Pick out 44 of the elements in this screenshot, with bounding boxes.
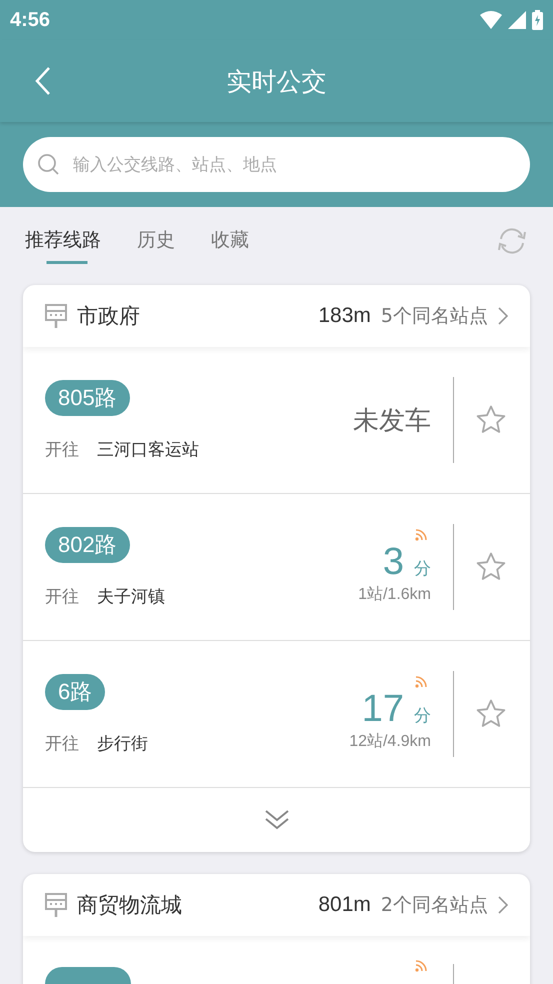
same-name-stops: 5个同名站点 (380, 304, 488, 329)
search-field[interactable]: 输入公交线路、站点、地点 (71, 154, 516, 176)
realtime-signal-icon (415, 960, 427, 972)
direction-label: 开往 (45, 586, 79, 608)
signal-icon (508, 11, 526, 29)
stops-distance: 1站/1.6km (358, 584, 431, 605)
bus-stop-icon (45, 304, 67, 328)
chevron-right-icon (498, 307, 508, 325)
stop-header[interactable]: 市政府 183m 5个同名站点 (23, 285, 530, 347)
direction-label: 开往 (45, 732, 79, 754)
bus-status: 未发车 (353, 404, 431, 438)
wifi-icon (480, 11, 502, 29)
arrival-minutes: 3 (382, 541, 404, 584)
tab[interactable]: 收藏 (211, 218, 249, 264)
stop-name: 商贸物流城 (77, 892, 183, 919)
same-name-stops: 2个同名站点 (380, 893, 488, 918)
stop-header[interactable]: 商贸物流城 801m 2个同名站点 (23, 874, 530, 936)
stop-name: 市政府 (77, 303, 141, 330)
stops-distance: 12站/4.9km (349, 732, 431, 752)
back-icon[interactable] (35, 66, 51, 96)
stop-distance: 801m (318, 893, 371, 917)
destination: 步行街 (97, 732, 148, 754)
destination: 三河口客运站 (97, 438, 199, 460)
tab[interactable]: 推荐线路 (25, 218, 101, 264)
realtime-signal-icon (415, 676, 427, 688)
arrival-minutes: 17 (362, 688, 404, 731)
battery-icon (532, 10, 543, 30)
minute-unit: 分 (414, 558, 431, 580)
status-time: 4:56 (10, 8, 50, 32)
bus-stop-icon (45, 893, 67, 917)
route-badge: 6路 (45, 674, 106, 710)
page-title: 实时公交 (226, 66, 326, 98)
tab[interactable]: 历史 (137, 218, 175, 264)
route-badge: 805路 (45, 380, 130, 416)
direction-label: 开往 (45, 438, 79, 460)
chevron-right-icon (498, 896, 508, 914)
route-badge: 802路 (45, 526, 130, 562)
search-bar[interactable]: 输入公交线路、站点、地点 (23, 137, 530, 192)
minute-unit: 分 (414, 705, 431, 727)
realtime-signal-icon (415, 529, 427, 541)
stop-distance: 183m (318, 304, 371, 328)
destination: 夫子河镇 (97, 586, 165, 608)
search-icon (37, 152, 61, 176)
expand-icon[interactable] (264, 809, 290, 831)
